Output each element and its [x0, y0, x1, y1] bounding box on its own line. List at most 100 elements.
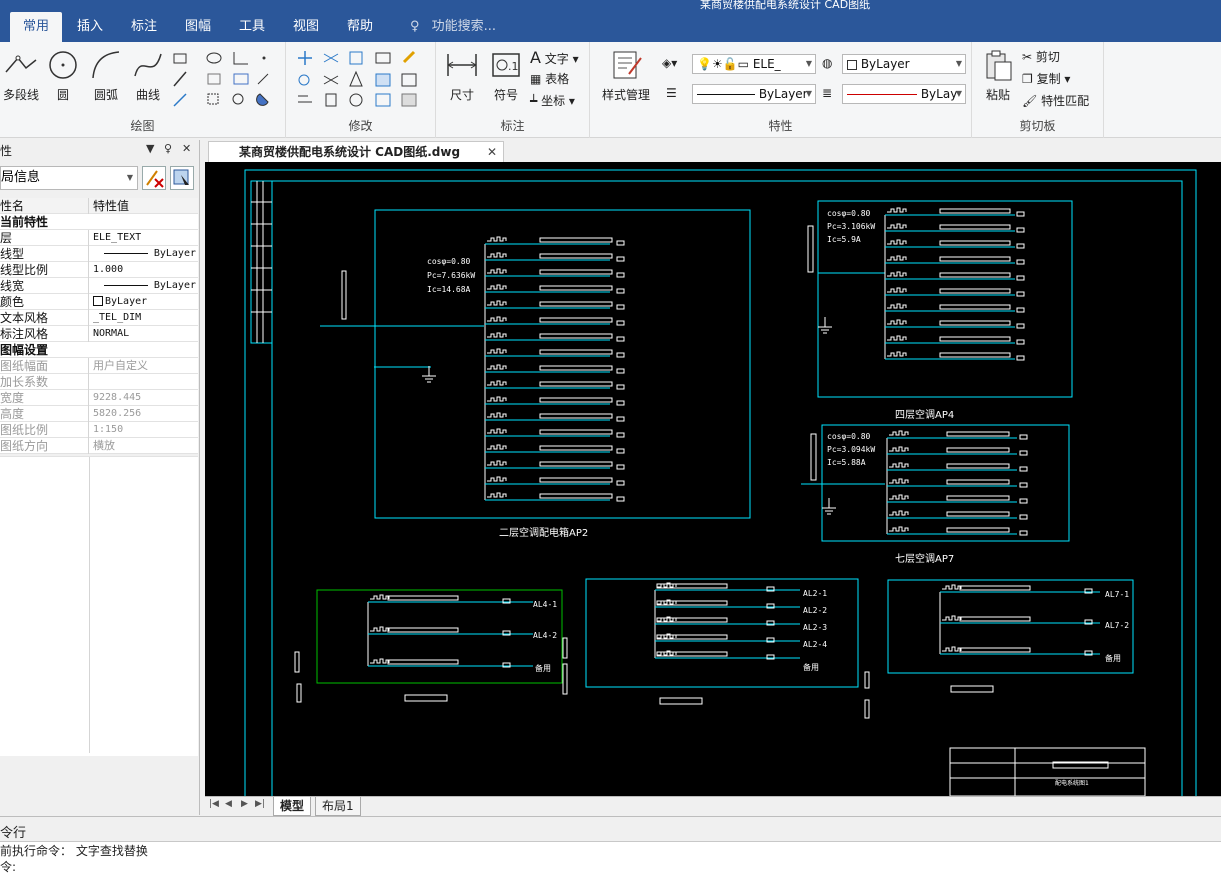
al7-breaker — [959, 616, 1031, 622]
ap2-breaker — [539, 461, 613, 467]
property-row-color[interactable]: 颜色 ByLayer — [0, 294, 198, 310]
symbol-label: 符号 — [493, 88, 518, 102]
paste-button[interactable]: 粘贴 — [980, 48, 1016, 103]
property-table-header: 性名 特性值 — [0, 198, 198, 214]
tab-frame[interactable]: 图幅 — [172, 12, 224, 42]
property-value[interactable]: ByLayer — [93, 246, 196, 262]
drawing-detail — [810, 433, 817, 481]
tab-home[interactable]: 常用 — [10, 12, 62, 42]
property-row-extend-factor: 加长系数 — [0, 374, 198, 390]
property-row-layer[interactable]: 层 ELE_TEXT — [0, 230, 198, 246]
section-label: 当前特性 — [0, 215, 49, 229]
ap7-box — [821, 424, 1070, 542]
property-value[interactable]: 1.000 — [93, 262, 196, 278]
property-value[interactable]: ByLayer — [93, 294, 196, 310]
linetype-list-icon[interactable]: ☰ — [666, 86, 677, 100]
lineweight-combo[interactable]: ByLay ▼ — [842, 84, 966, 104]
al4-out-3: 备用 — [535, 663, 551, 673]
property-row-paper-size: 图纸幅面 用户自定义 — [0, 358, 198, 374]
tab-insert[interactable]: 插入 — [64, 12, 116, 42]
modify-tools-icons[interactable] — [294, 50, 430, 110]
property-row-lineweight[interactable]: 线宽 ByLayer — [0, 278, 198, 294]
ap2-label-glyph — [487, 476, 507, 482]
al7-breaker — [959, 585, 1031, 591]
table-label: 表格 — [545, 72, 570, 86]
prev-layout-icon[interactable]: ◀ — [225, 799, 232, 809]
object-selector[interactable]: 局信息 ▼ — [0, 166, 138, 190]
select-objects-button[interactable] — [170, 166, 194, 190]
property-row-linetype[interactable]: 线型 ByLayer — [0, 246, 198, 262]
tab-help[interactable]: 帮助 — [334, 12, 386, 42]
ap7-ic: Ic=5.88A — [827, 458, 866, 467]
property-value: 9228.445 — [93, 392, 142, 403]
tab-tools[interactable]: 工具 — [226, 12, 278, 42]
first-layout-icon[interactable]: |◀ — [209, 799, 219, 809]
tab-annotate[interactable]: 标注 — [118, 12, 170, 42]
text-button[interactable]: A 文字 ▾ — [530, 48, 579, 67]
linetype-combo[interactable]: ByLayer ▼ — [692, 84, 816, 104]
ap2-terminal — [616, 256, 625, 262]
command-prompt[interactable]: 令: — [0, 858, 16, 873]
property-row-linetype-scale[interactable]: 线型比例 1.000 — [0, 262, 198, 278]
property-value[interactable]: NORMAL — [93, 326, 196, 342]
style-manager-button[interactable]: 样式管理 — [596, 48, 656, 103]
ap4-pc: Pc=3.106kW — [827, 222, 875, 231]
panel-menu-icon[interactable]: ▼ — [146, 142, 154, 155]
property-row-dim-style[interactable]: 标注风格 NORMAL — [0, 326, 198, 342]
ap4-label-glyph — [887, 271, 907, 277]
function-search[interactable]: ♀ 功能搜索... — [410, 12, 496, 42]
property-name: 图纸比例 — [0, 422, 89, 438]
ap2-terminal — [616, 288, 625, 294]
object-selector-value: 局信息 — [1, 170, 41, 185]
ap2-terminal — [616, 416, 625, 422]
polyline-button[interactable]: 多段线 — [0, 48, 42, 103]
document-tab[interactable]: 某商贸楼供配电系统设计 CAD图纸.dwg ✕ — [208, 141, 504, 162]
ap7-terminal — [1019, 450, 1028, 456]
property-row-text-style[interactable]: 文本风格 _TEL_DIM — [0, 310, 198, 326]
coordinate-button[interactable]: ┷ 坐标 ▾ — [530, 92, 575, 109]
match-properties-button[interactable]: 🖌 特性匹配 — [1022, 92, 1089, 109]
dimension-button[interactable]: 尺寸 — [444, 48, 480, 103]
draw-group-label: 绘图 — [130, 119, 155, 133]
ap2-breaker — [539, 477, 613, 483]
linetype-value: ByLayer — [758, 87, 808, 101]
section-current-properties[interactable]: 当前特性 — [0, 214, 198, 230]
panel-pin-icon[interactable]: ♀ — [164, 142, 172, 155]
ap7-breaker — [946, 511, 1010, 517]
last-layout-icon[interactable]: ▶| — [255, 799, 265, 809]
ap7-cos: cosφ=0.80 — [827, 432, 871, 441]
drawing-detail — [807, 225, 814, 273]
copy-button[interactable]: ❐ 复制 ▾ — [1022, 70, 1070, 87]
column-value-header: 特性值 — [93, 199, 130, 213]
panel-close-icon[interactable]: ✕ — [182, 142, 191, 155]
property-value[interactable]: ELE_TEXT — [93, 230, 196, 246]
al7-out-3: 备用 — [1105, 653, 1121, 663]
drawing-canvas[interactable]: cosφ=0.80 Pc=7.636kW Ic=14.68A cosφ=0.80… — [205, 162, 1221, 796]
circle-button[interactable]: 圆 — [46, 48, 80, 103]
section-frame-settings[interactable]: 图幅设置 — [0, 342, 198, 358]
table-button[interactable]: ▦ 表格 — [530, 70, 569, 87]
property-table-empty-area — [0, 456, 198, 756]
draw-tools-icons[interactable] — [172, 50, 282, 110]
close-document-icon[interactable]: ✕ — [487, 142, 497, 162]
ap4-terminal — [1016, 291, 1025, 297]
color-wheel-icon[interactable]: ◍ — [822, 56, 832, 70]
tab-layout1[interactable]: 布局1 — [315, 797, 361, 816]
arc-button[interactable]: 圆弧 — [88, 48, 124, 103]
symbol-button[interactable]: .1 符号 — [488, 48, 524, 103]
next-layout-icon[interactable]: ▶ — [241, 799, 248, 809]
lineweight-icon[interactable]: ≣ — [822, 86, 832, 100]
tab-model[interactable]: 模型 — [273, 797, 312, 816]
toggle-pickadd-button[interactable] — [142, 166, 166, 190]
ap7-label-glyph — [889, 494, 909, 500]
tab-view[interactable]: 视图 — [280, 12, 332, 42]
curve-button[interactable]: 曲线 — [130, 48, 166, 103]
cut-button[interactable]: ✂ 剪切 — [1022, 48, 1060, 65]
color-combo[interactable]: ByLayer ▼ — [842, 54, 966, 74]
ap7-terminal — [1019, 434, 1028, 440]
drawing-detail — [296, 683, 302, 703]
property-value[interactable]: ByLayer — [93, 278, 196, 294]
layer-manager-icon[interactable]: ◈▾ — [662, 56, 677, 70]
layer-combo[interactable]: 💡☀🔓▭ ELE_ ▼ — [692, 54, 816, 74]
property-value[interactable]: _TEL_DIM — [93, 310, 196, 326]
